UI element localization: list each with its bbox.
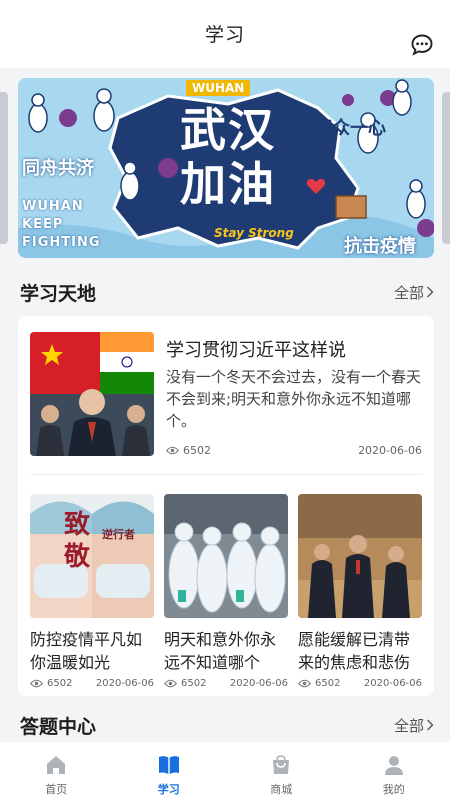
study-more-link[interactable]: 全部 (394, 282, 434, 303)
article-meta: 6502 2020-06-06 (164, 678, 288, 689)
article-image (164, 494, 288, 618)
article-image (298, 494, 422, 618)
chevron-right-icon (427, 286, 434, 298)
study-section-title: 学习天地 (20, 282, 97, 305)
eye-icon (30, 679, 43, 688)
banner-right-slogan-bottom: 抗击疫情 (344, 236, 416, 257)
feature-article-meta: 6502 2020-06-06 (166, 444, 422, 457)
banner-main-line2: 加油 (180, 157, 276, 211)
publish-date: 2020-06-06 (229, 678, 288, 689)
views-count: 6502 (166, 444, 211, 457)
views-count: 6502 (30, 678, 72, 689)
eye-icon (166, 446, 179, 455)
study-more-label: 全部 (393, 283, 424, 302)
chat-bubble-icon[interactable] (410, 33, 434, 57)
feature-article-desc: 没有一个冬天不会过去，没有一个春天不会到来;明天和意外你永远不知道哪个。 (166, 368, 422, 430)
article-card[interactable]: 致 敬 逆行者 防控疫情平凡如你温暖如光 6502 2020-06-06 (30, 494, 154, 689)
article-image-text-2: 敬 (64, 542, 91, 572)
article-image: 致 敬 逆行者 (30, 494, 154, 618)
feature-article-image (30, 332, 154, 456)
eye-icon (164, 679, 177, 688)
article-meta: 6502 2020-06-06 (298, 678, 422, 689)
banner-next-peek (442, 92, 450, 244)
quiz-more-label: 全部 (393, 716, 424, 735)
banner-right-slogan-top: 万众一心 (314, 118, 386, 139)
article-card[interactable]: 愿能缓解已清带来的焦虑和悲伤 6502 2020-06-06 (298, 494, 422, 689)
book-icon (158, 756, 179, 774)
feature-article-title: 学习贯彻习近平这样说 (166, 340, 346, 361)
banner-left-slogan: 同舟共济 (22, 158, 94, 179)
banner-prev-peek (0, 92, 8, 244)
banner-carousel[interactable]: WUHAN 武汉 加油 同舟共济 万众一心 抗击疫情 WUHAN KEEP FI… (0, 78, 450, 258)
banner-keep-fighting: WUHAN KEEP FIGHTING (22, 199, 101, 250)
chevron-right-icon (427, 719, 434, 731)
eye-icon (298, 679, 311, 688)
nav-item-study[interactable]: 学习 (113, 742, 225, 797)
feature-article[interactable]: 学习贯彻习近平这样说 没有一个冬天不会过去，没有一个春天不会到来;明天和意外你永… (30, 332, 422, 457)
quiz-more-link[interactable]: 全部 (394, 715, 434, 736)
shopping-bag-icon (273, 755, 290, 774)
nav-label: 首页 (45, 783, 68, 796)
nav-label: 我的 (382, 783, 405, 796)
publish-date: 2020-06-06 (95, 678, 154, 689)
article-title: 愿能缓解已清带来的焦虑和悲伤 (298, 630, 411, 672)
views-count: 6502 (298, 678, 340, 689)
banner-slide[interactable]: WUHAN 武汉 加油 同舟共济 万众一心 抗击疫情 WUHAN KEEP FI… (18, 78, 434, 258)
study-section-header: 学习天地 全部 (0, 277, 450, 307)
nav-label: 学习 (157, 783, 180, 796)
article-title: 明天和意外你永远不知道哪个 (164, 630, 277, 672)
nav-item-profile[interactable]: 我的 (338, 742, 450, 797)
nav-item-shop[interactable]: 商城 (225, 742, 337, 797)
article-meta: 6502 2020-06-06 (30, 678, 154, 689)
article-grid: 致 敬 逆行者 防控疫情平凡如你温暖如光 6502 2020-06-06 明天和… (30, 494, 422, 689)
study-card: 学习贯彻习近平这样说 没有一个冬天不会过去，没有一个春天不会到来;明天和意外你永… (18, 316, 434, 696)
top-header: 学习 (0, 0, 450, 68)
banner-stay-strong: Stay Strong (214, 226, 294, 240)
nav-item-home[interactable]: 首页 (0, 742, 112, 797)
quiz-section-title: 答题中心 (20, 715, 97, 738)
bottom-nav: 首页 学习 商城 我的 (0, 742, 450, 800)
card-divider (30, 474, 422, 475)
nav-label: 商城 (270, 783, 293, 796)
article-title: 防控疫情平凡如你温暖如光 (30, 630, 143, 672)
banner-main-line1: 武汉 (180, 103, 276, 157)
quiz-section-header: 答题中心 全部 (0, 710, 450, 740)
publish-date: 2020-06-06 (363, 678, 422, 689)
views-count: 6502 (164, 678, 206, 689)
article-card[interactable]: 明天和意外你永远不知道哪个 6502 2020-06-06 (164, 494, 288, 689)
article-image-text-3: 逆行者 (102, 528, 135, 541)
publish-date: 2020-06-06 (358, 444, 422, 457)
user-icon (384, 756, 403, 775)
home-icon (47, 756, 66, 774)
banner-tag: WUHAN (186, 80, 251, 96)
page-title: 学习 (204, 23, 245, 46)
